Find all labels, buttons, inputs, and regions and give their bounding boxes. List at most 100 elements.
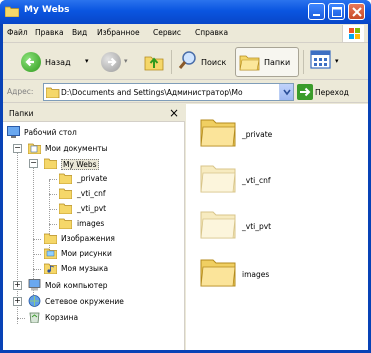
folder-icon [200,119,236,147]
menu-help[interactable]: Справка [195,28,228,37]
my-music-icon [44,263,57,274]
my-computer-icon [28,279,41,291]
content-item-images[interactable]: images [200,256,269,296]
address-bar: Адрес: D:\Documents and Settings\Админис… [3,81,368,103]
back-button[interactable]: Назад ▾ [7,48,89,76]
forward-arrow-icon [101,52,121,72]
folder-icon [59,218,72,229]
close-button[interactable] [348,3,365,20]
go-label[interactable]: Переход [315,88,349,97]
tree-item-vti-cnf[interactable]: _vti_cnf [49,187,169,201]
folders-button[interactable]: Папки [235,47,299,77]
tree-item-my-pictures[interactable]: Мои рисунки [33,247,173,261]
tree-line [49,209,57,210]
tree-item-izobrazheniya[interactable]: Изображения [33,232,173,246]
back-arrow-icon [21,52,41,72]
content-item-private[interactable]: _private [200,116,272,156]
tree-item-my-computer[interactable]: + Мой компьютер [13,279,183,293]
tree-item-network[interactable]: + Сетевое окружение [13,295,183,309]
tree-line [49,224,57,225]
folder-icon [200,259,236,287]
toolbar-separator [171,50,172,74]
explorer-window: My Webs Файл Правка Вид Избранное Сервис… [0,0,371,353]
desktop-icon [7,126,20,138]
folder-icon [59,203,72,214]
address-label: Адрес: [7,87,34,96]
folder-open-icon [44,158,57,169]
tree-item-label: Изображения [61,234,115,243]
tree-item-private[interactable]: _private [49,172,169,186]
tree-item-desktop[interactable]: Рабочий стол [7,126,177,140]
folder-hidden-icon [200,165,236,193]
window-title: My Webs [24,5,70,15]
go-button[interactable] [297,84,313,102]
forward-button[interactable]: ▾ [99,48,133,76]
back-dropdown-icon[interactable]: ▾ [85,57,89,65]
expand-icon[interactable]: + [13,297,22,306]
tree-item-my-documents[interactable]: − Мои документы [13,142,183,156]
views-dropdown-icon[interactable]: ▾ [335,57,339,65]
tree-item-recycle-bin[interactable]: Корзина [13,311,183,325]
maximize-button[interactable] [328,3,345,20]
content-item-label: _vti_pvt [242,222,272,231]
close-icon [352,7,362,17]
tree-item-my-webs[interactable]: − My Webs [29,157,179,171]
windows-flag-icon [349,28,360,39]
network-icon [28,295,41,307]
windows-logo [342,25,364,42]
menu-file[interactable]: Файл [7,28,28,37]
menu-view[interactable]: Вид [72,28,87,37]
folders-pane: Папки × Рабочий стол − Мои документы − M… [3,104,185,350]
tree-item-label: _private [77,174,108,183]
tree-line [33,254,41,255]
address-dropdown-button[interactable] [279,84,293,100]
views-icon [310,50,331,69]
tree-item-label: _vti_cnf [77,189,106,198]
title-bar[interactable]: My Webs [0,0,371,24]
content-item-label: _private [242,130,273,139]
tree-item-label: images [77,219,105,228]
tree-item-label: Сетевое окружение [45,297,124,306]
tree-item-vti-pvt[interactable]: _vti_pvt [49,202,169,216]
content-item-vti-pvt[interactable]: _vti_pvt [200,208,271,248]
menu-favorites[interactable]: Избранное [97,28,140,37]
collapse-icon[interactable]: − [13,144,22,153]
content-pane: _private _vti_cnf _vti_pvt images [186,104,368,350]
toolbar: Назад ▾ ▾ Поиск Папки ▾ [3,44,368,80]
expand-icon[interactable]: + [13,281,22,290]
folder-icon [5,6,19,17]
minimize-button[interactable] [308,3,325,20]
tree-item-my-music[interactable]: Моя музыка [33,262,173,276]
maximize-icon [332,7,342,17]
tree-item-label: Мои рисунки [61,249,112,258]
tree-line [49,194,57,195]
collapse-icon[interactable]: − [29,159,38,168]
menu-tools[interactable]: Сервис [153,28,181,37]
folder-icon [59,173,72,184]
tree-item-images[interactable]: images [49,217,169,231]
content-item-vti-cnf[interactable]: _vti_cnf [200,162,270,202]
tree-item-label: Корзина [45,313,79,322]
close-icon[interactable]: × [169,106,179,120]
folders-icon [239,55,260,71]
tree-item-label: Моя музыка [61,264,109,273]
recycle-bin-icon [29,312,40,323]
search-button[interactable]: Поиск [177,48,233,76]
tree-line [49,179,57,180]
tree-line [17,318,25,319]
tree-item-label: My Webs [61,159,99,170]
search-icon [178,51,196,69]
views-button[interactable]: ▾ [309,48,343,76]
my-documents-icon [28,143,41,154]
tree-item-label: Мои документы [45,144,108,153]
chevron-down-icon [283,89,291,96]
menu-edit[interactable]: Правка [35,28,64,37]
folder-icon [44,233,57,244]
address-input[interactable]: D:\Documents and Settings\Администратор\… [43,83,294,101]
tree-item-label: Мой компьютер [45,281,108,290]
forward-dropdown-icon[interactable]: ▾ [124,57,128,65]
folder-up-icon [144,56,164,71]
folders-pane-title: Папки [9,109,34,118]
window-client: Файл Правка Вид Избранное Сервис Справка [3,24,368,350]
up-button[interactable] [143,48,165,76]
